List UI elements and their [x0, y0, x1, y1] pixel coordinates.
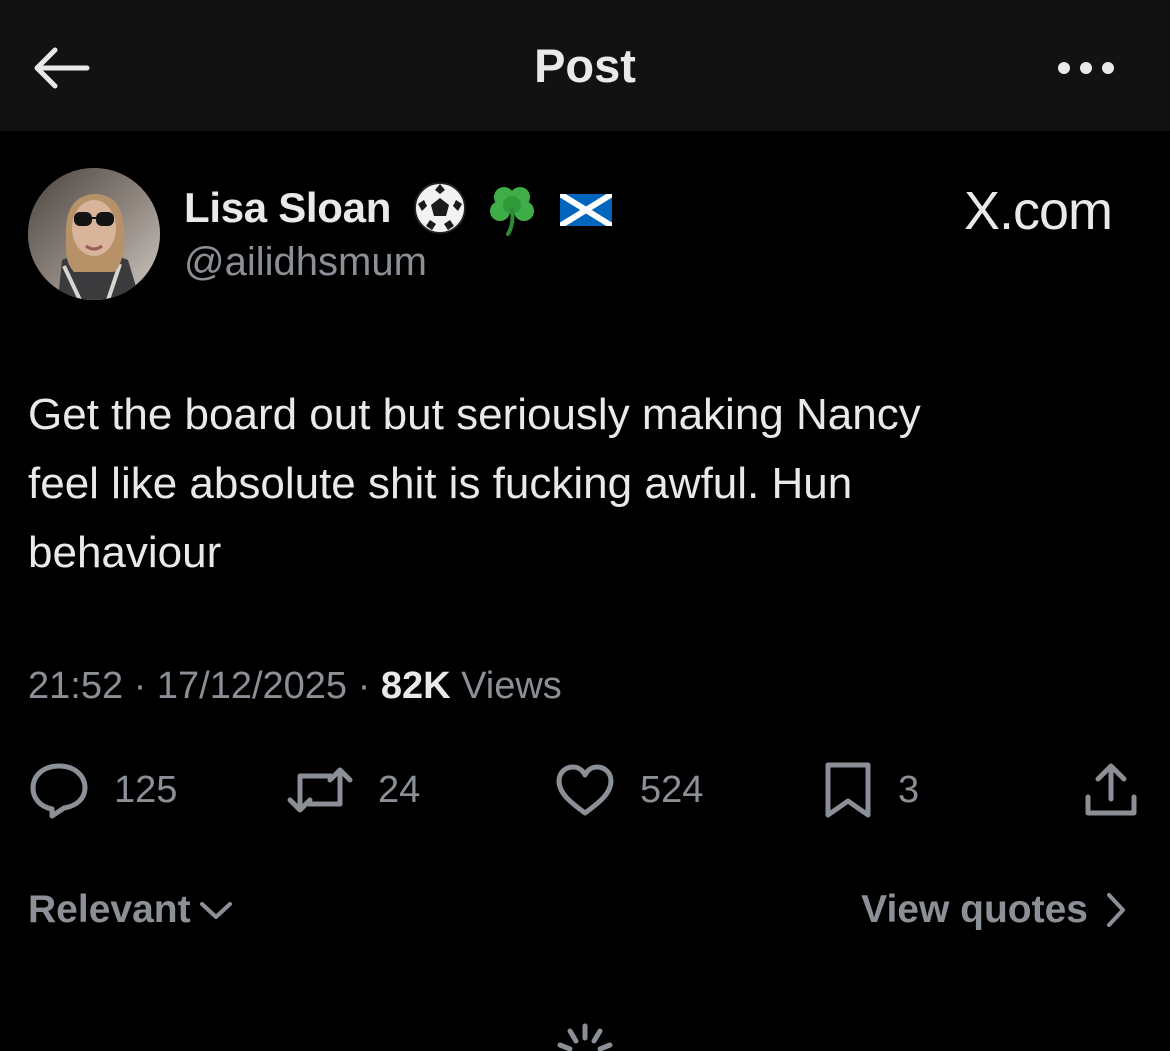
like-count: 524	[640, 768, 704, 811]
views-count[interactable]: 82K	[381, 665, 451, 707]
heart-icon	[556, 764, 614, 816]
scotland-flag-icon	[558, 191, 614, 231]
avatar[interactable]	[28, 168, 160, 300]
bookmark-button[interactable]: 3	[822, 760, 919, 820]
view-quotes-label: View quotes	[861, 888, 1088, 931]
share-button[interactable]	[1082, 760, 1140, 820]
meta-separator: ·	[347, 665, 381, 707]
post-meta: 21:52 · 17/12/2025 · 82K Views	[28, 665, 562, 708]
meta-separator: ·	[123, 665, 157, 707]
bookmark-count: 3	[898, 768, 920, 811]
more-options-button[interactable]	[1050, 48, 1122, 88]
bookmark-icon	[825, 762, 871, 818]
reply-icon	[30, 763, 88, 819]
repost-icon	[287, 767, 353, 813]
post-text: Get the board out but seriously making N…	[28, 390, 921, 577]
chevron-down-icon	[199, 902, 232, 919]
sort-label: Relevant	[28, 888, 191, 931]
repost-button[interactable]: 24	[286, 760, 420, 820]
shamrock-icon	[486, 180, 538, 241]
loading-spinner-icon	[557, 1023, 613, 1051]
more-horizontal-icon	[1058, 62, 1114, 74]
avatar-photo	[28, 168, 160, 300]
post-time: 21:52	[28, 665, 124, 707]
views-label[interactable]: Views	[461, 665, 562, 707]
post-date: 17/12/2025	[156, 665, 348, 707]
view-quotes-link[interactable]: View quotes	[861, 888, 1130, 932]
repost-count: 24	[378, 768, 421, 811]
reply-count: 125	[114, 768, 178, 811]
sort-replies-dropdown[interactable]: Relevant	[28, 888, 235, 932]
like-button[interactable]: 524	[554, 760, 703, 820]
author-handle[interactable]: @ailidhsmum	[184, 240, 427, 285]
soccer-ball-icon	[412, 180, 468, 241]
page-title: Post	[534, 39, 636, 92]
watermark: X.com	[963, 181, 1113, 241]
top-bar: Post	[0, 0, 1170, 131]
share-icon	[1085, 763, 1137, 816]
reply-button[interactable]: 125	[28, 760, 177, 820]
chevron-right-icon	[1107, 893, 1125, 927]
author-display-name[interactable]: Lisa Sloan	[184, 184, 391, 232]
